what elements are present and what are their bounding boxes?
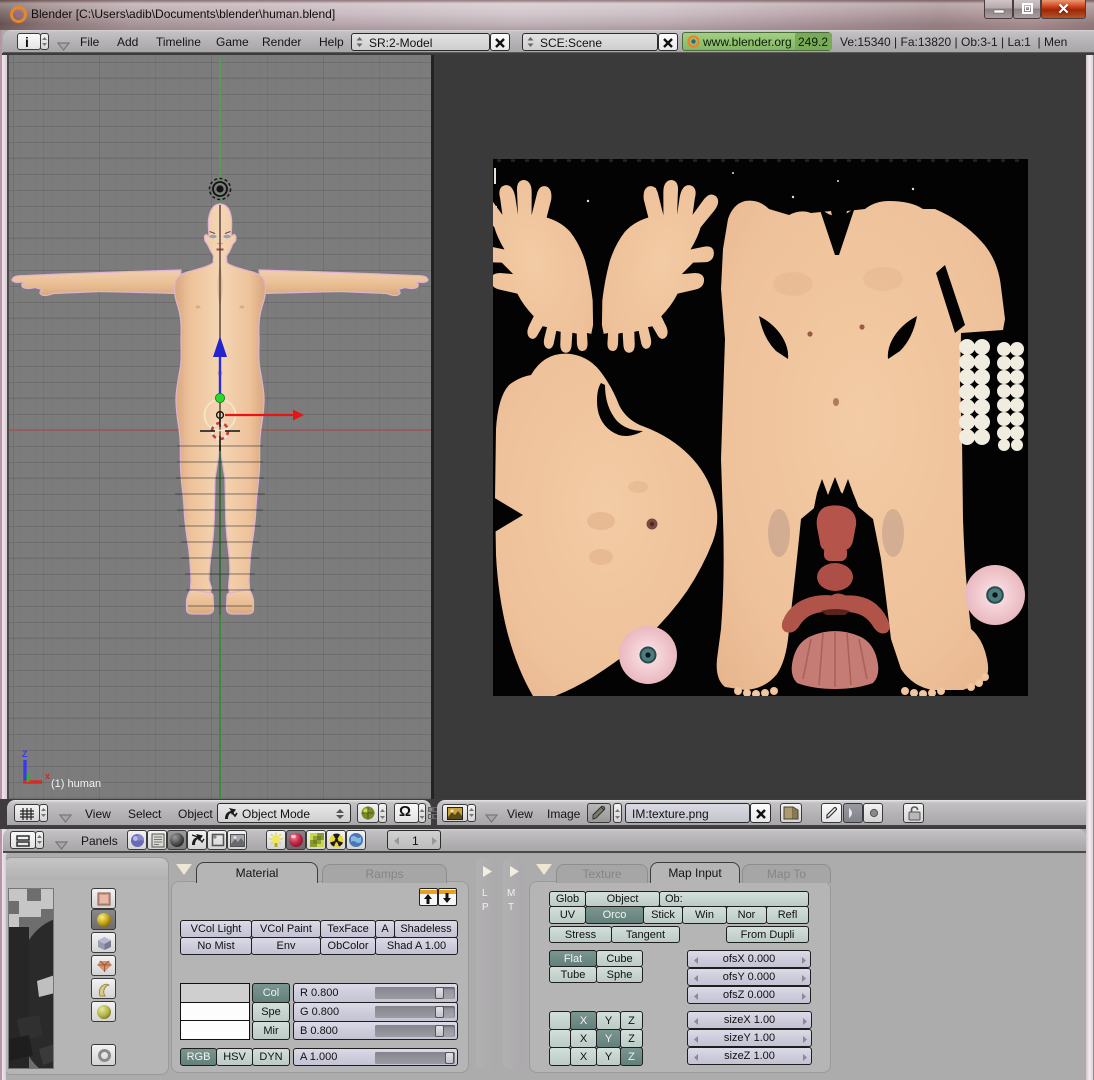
svg-text:Z: Z [22, 749, 28, 759]
svg-text:x: x [45, 771, 50, 781]
svg-text:(1) human: (1) human [51, 778, 101, 790]
